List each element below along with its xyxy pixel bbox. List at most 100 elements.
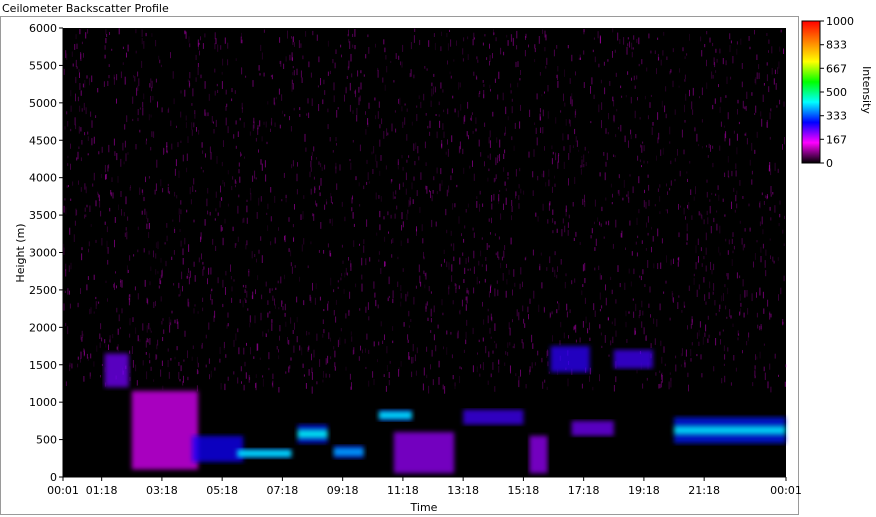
- noise-speck: [761, 216, 763, 225]
- noise-speck: [382, 77, 384, 83]
- noise-speck: [397, 161, 399, 170]
- noise-speck: [482, 362, 484, 371]
- noise-speck: [350, 53, 352, 62]
- noise-speck: [429, 131, 431, 136]
- noise-speck: [705, 324, 707, 332]
- noise-speck: [599, 172, 601, 177]
- noise-speck: [436, 167, 438, 174]
- noise-speck: [461, 299, 463, 307]
- noise-speck: [395, 190, 397, 195]
- noise-speck: [208, 93, 210, 101]
- noise-speck: [628, 268, 630, 274]
- noise-speck: [289, 365, 291, 369]
- noise-speck: [659, 303, 661, 311]
- noise-speck: [609, 81, 611, 86]
- noise-speck: [200, 166, 202, 170]
- noise-speck: [515, 195, 516, 199]
- noise-speck: [200, 236, 202, 243]
- noise-speck: [747, 337, 749, 342]
- noise-speck: [711, 269, 713, 275]
- noise-speck: [495, 157, 497, 166]
- noise-speck: [656, 155, 657, 161]
- noise-speck: [304, 133, 306, 142]
- noise-speck: [553, 49, 555, 57]
- noise-speck: [515, 373, 517, 377]
- noise-speck: [405, 172, 407, 181]
- noise-speck: [204, 81, 206, 89]
- noise-speck: [406, 214, 408, 220]
- noise-speck: [83, 349, 85, 355]
- noise-speck: [122, 46, 124, 49]
- noise-speck: [64, 198, 66, 201]
- noise-speck: [125, 153, 127, 162]
- noise-speck: [465, 331, 467, 339]
- noise-speck: [71, 51, 73, 57]
- noise-speck: [248, 374, 250, 383]
- noise-speck: [318, 185, 320, 190]
- noise-speck: [480, 152, 482, 157]
- noise-speck: [488, 291, 490, 298]
- noise-speck: [401, 224, 402, 231]
- noise-speck: [77, 151, 79, 160]
- noise-speck: [459, 82, 461, 88]
- noise-speck: [693, 277, 695, 285]
- noise-speck: [202, 150, 204, 154]
- noise-speck: [271, 74, 273, 80]
- y-tick-label: 2000: [29, 321, 57, 334]
- noise-speck: [83, 376, 85, 382]
- noise-speck: [697, 238, 699, 245]
- noise-speck: [198, 42, 200, 45]
- noise-speck: [360, 345, 361, 351]
- noise-speck: [211, 116, 213, 123]
- noise-speck: [348, 29, 349, 35]
- noise-speck: [119, 327, 121, 330]
- noise-speck: [116, 285, 117, 289]
- noise-speck: [489, 43, 490, 49]
- noise-speck: [397, 281, 399, 287]
- noise-speck: [695, 262, 697, 270]
- noise-speck: [542, 127, 544, 134]
- noise-speck: [373, 341, 375, 347]
- noise-speck: [721, 378, 723, 384]
- noise-speck: [731, 238, 733, 244]
- noise-speck: [625, 247, 626, 250]
- noise-speck: [660, 340, 662, 346]
- noise-speck: [479, 190, 481, 195]
- noise-speck: [505, 351, 507, 355]
- noise-speck: [450, 39, 452, 47]
- noise-speck: [231, 186, 233, 191]
- noise-speck: [759, 221, 761, 227]
- noise-speck: [220, 45, 222, 50]
- noise-speck: [207, 278, 208, 285]
- noise-speck: [544, 146, 545, 151]
- noise-speck: [706, 59, 707, 67]
- noise-speck: [217, 44, 219, 52]
- noise-speck: [282, 300, 283, 305]
- noise-speck: [291, 84, 293, 92]
- noise-speck: [452, 95, 454, 99]
- noise-speck: [78, 126, 80, 134]
- noise-speck: [707, 217, 709, 225]
- noise-speck: [664, 105, 666, 113]
- noise-speck: [76, 66, 78, 69]
- noise-speck: [222, 303, 224, 308]
- noise-speck: [407, 334, 409, 340]
- noise-speck: [150, 95, 152, 103]
- noise-speck: [93, 361, 95, 367]
- noise-speck: [645, 336, 647, 341]
- noise-speck: [768, 50, 769, 53]
- noise-speck: [481, 264, 483, 267]
- colorbar-tick-label: 333: [826, 110, 847, 123]
- y-tick-label: 4500: [29, 134, 57, 147]
- noise-speck: [720, 339, 721, 345]
- noise-speck: [397, 256, 399, 260]
- noise-speck: [472, 130, 474, 134]
- noise-speck: [608, 220, 610, 226]
- noise-speck: [244, 156, 245, 159]
- noise-speck: [345, 313, 347, 319]
- noise-speck: [479, 373, 481, 377]
- noise-speck: [571, 93, 573, 100]
- noise-speck: [689, 89, 690, 97]
- noise-speck: [539, 113, 541, 121]
- noise-speck: [79, 72, 80, 78]
